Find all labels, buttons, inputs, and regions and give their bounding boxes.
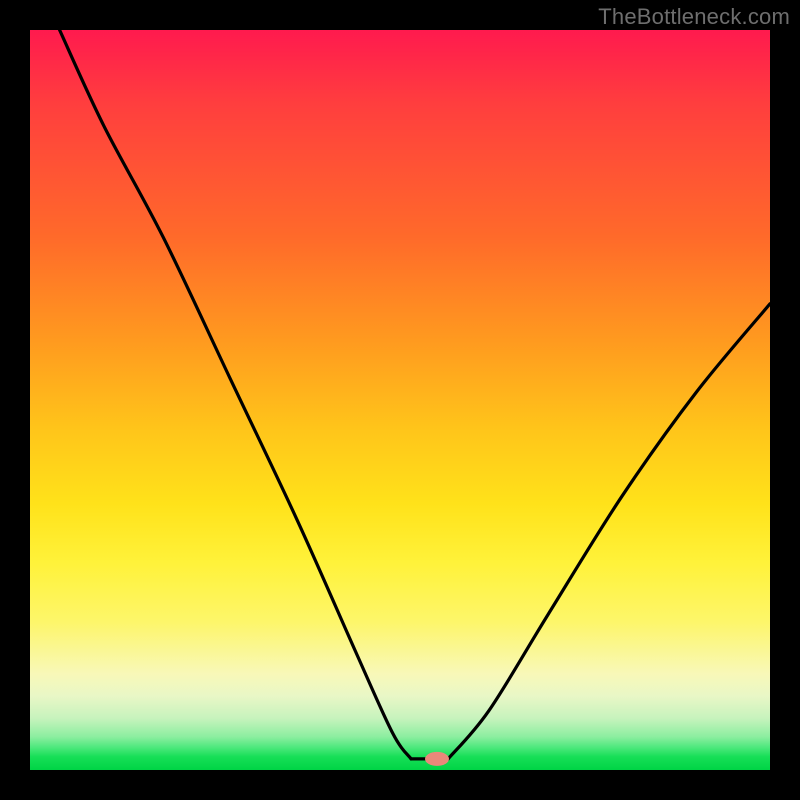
bottleneck-curve-left (60, 30, 412, 759)
plot-area (30, 30, 770, 770)
curve-svg (30, 30, 770, 770)
chart-frame: TheBottleneck.com (0, 0, 800, 800)
watermark-text: TheBottleneck.com (598, 4, 790, 30)
vertex-marker (425, 752, 449, 766)
bottleneck-curve-right (448, 304, 770, 759)
